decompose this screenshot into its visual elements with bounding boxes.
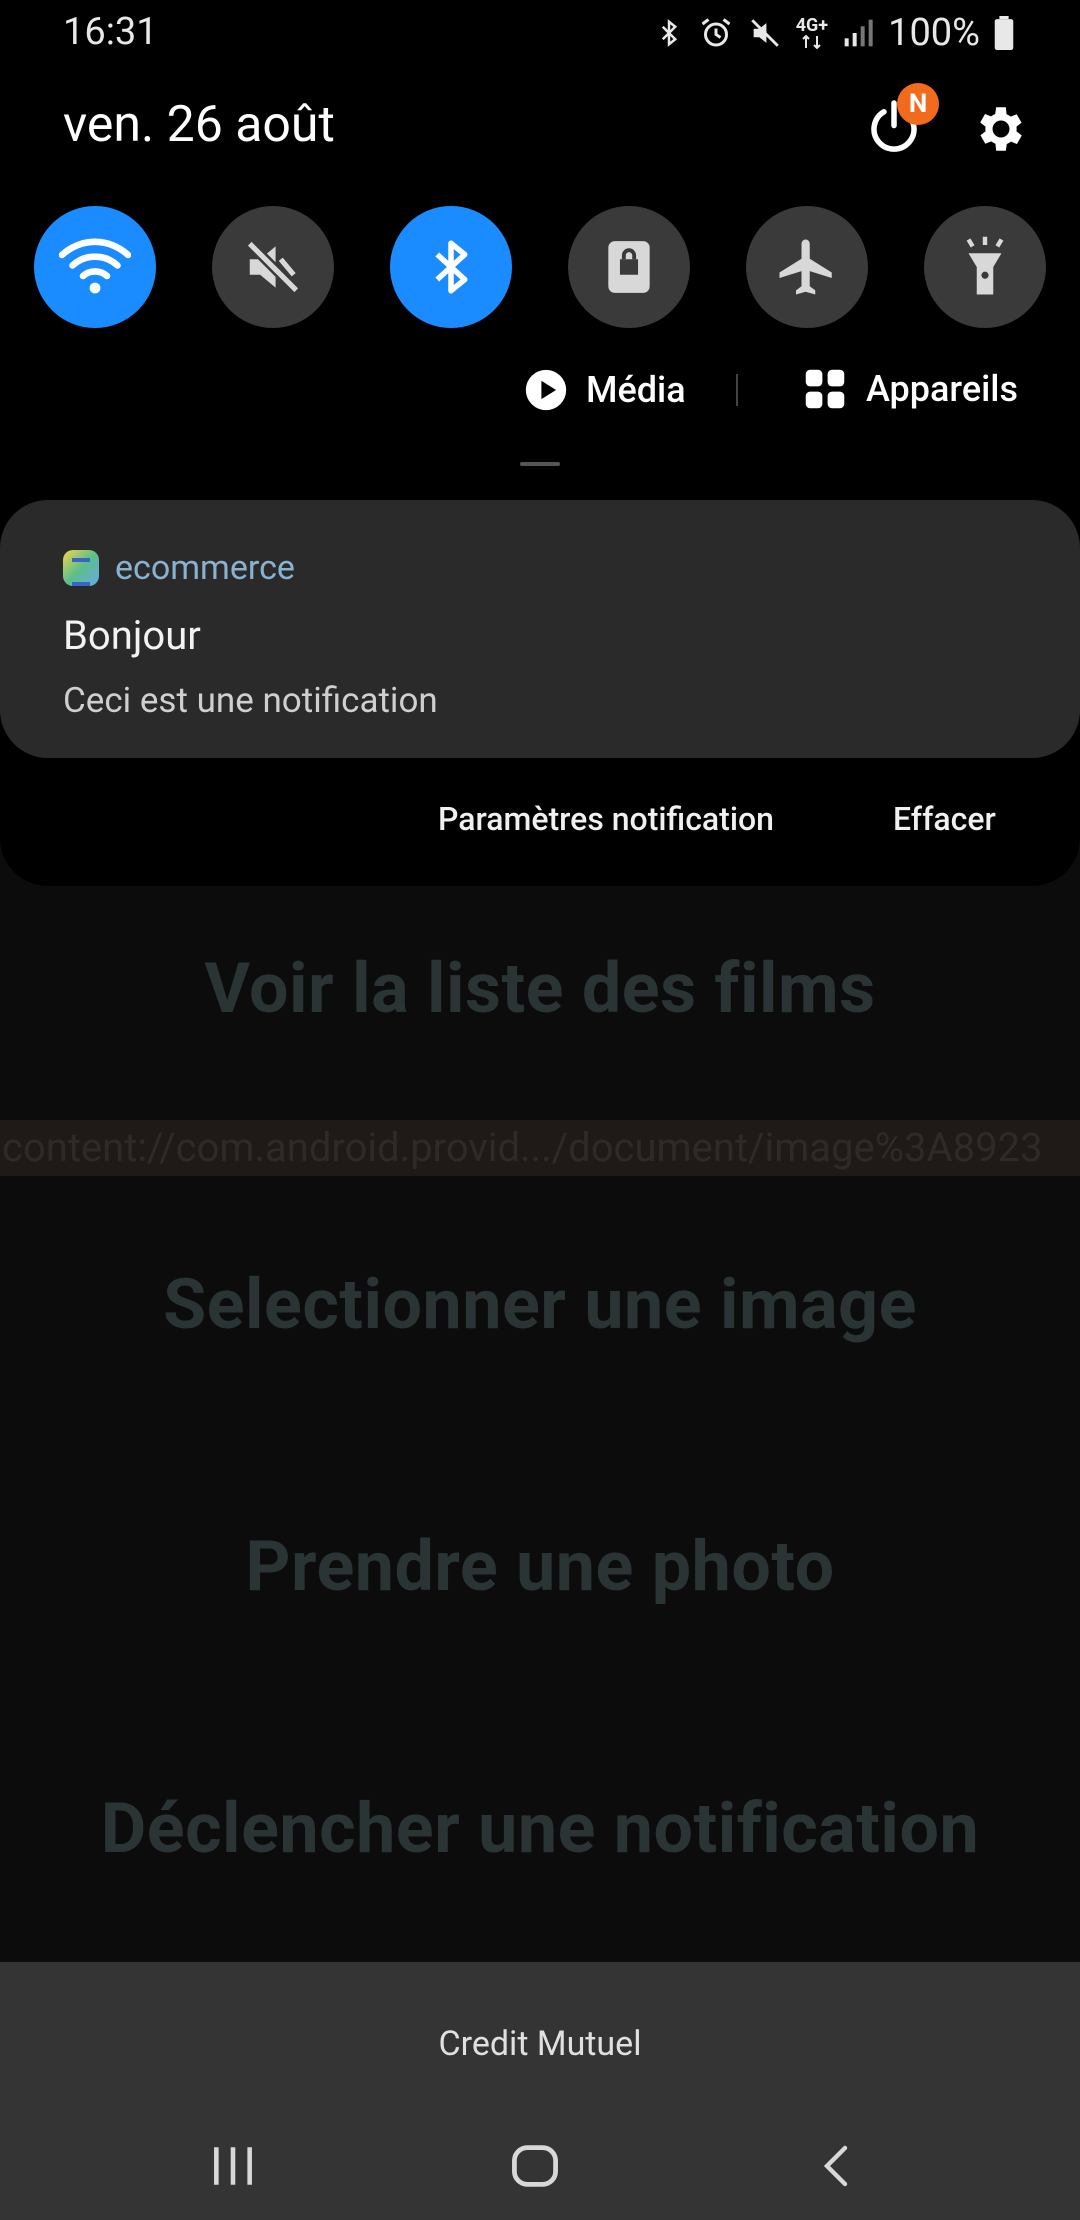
airplane-toggle[interactable] — [746, 206, 868, 328]
power-badge: N — [897, 83, 939, 125]
status-icons: 4G+ 100% — [654, 10, 1014, 56]
notification-actions: Paramètres notification Effacer — [0, 800, 1080, 850]
media-separator — [736, 374, 738, 406]
lock-icon — [601, 236, 657, 298]
notification-shade: 16:31 4G+ 100% ven. 26 août N Média Appa… — [0, 0, 1080, 886]
media-devices-row: Média Appareils — [0, 360, 1080, 420]
quick-settings-row — [34, 206, 1046, 328]
screen: Voir la liste des films content://com.an… — [0, 0, 1080, 2220]
notification-card[interactable]: ecommerce Bonjour Ceci est une notificat… — [0, 500, 1080, 758]
network-type-icon: 4G+ — [796, 17, 828, 49]
trigger-notification-button[interactable]: Déclencher une notification — [0, 1788, 1080, 1870]
clear-button[interactable]: Effacer — [893, 800, 996, 838]
flashlight-icon — [957, 234, 1013, 300]
notification-title: Bonjour — [63, 612, 201, 659]
media-button[interactable]: Média — [524, 368, 686, 412]
select-image-button[interactable]: Selectionner une image — [0, 1264, 1080, 1346]
screen-lock-toggle[interactable] — [568, 206, 690, 328]
devices-button[interactable]: Appareils — [804, 368, 1018, 410]
wifi-toggle[interactable] — [34, 206, 156, 328]
airplane-icon — [774, 234, 840, 300]
back-chevron-icon — [813, 2142, 861, 2190]
sound-toggle[interactable] — [212, 206, 334, 328]
back-button[interactable] — [799, 2128, 875, 2204]
toast-message: Credit Mutuel — [438, 2024, 642, 2064]
image-uri-text: content://com.android.provid.../document… — [2, 1124, 1043, 1171]
bluetooth-status-icon — [654, 15, 684, 51]
home-icon — [509, 2140, 561, 2192]
play-icon — [524, 368, 568, 412]
notification-app-header: ecommerce — [63, 548, 295, 588]
bluetooth-icon — [421, 234, 481, 300]
app-logo-icon — [63, 550, 99, 586]
alarm-icon — [698, 15, 734, 51]
flashlight-toggle[interactable] — [924, 206, 1046, 328]
home-button[interactable] — [497, 2128, 573, 2204]
navigation-bar — [0, 2112, 1080, 2220]
mute-status-icon — [748, 16, 782, 50]
notification-text: Ceci est une notification — [63, 680, 438, 721]
network-type-label: 4G+ — [795, 15, 829, 36]
recent-apps-button[interactable] — [195, 2128, 271, 2204]
recent-apps-icon — [208, 2141, 258, 2191]
battery-percent: 100% — [888, 11, 980, 55]
devices-label: Appareils — [866, 368, 1018, 410]
battery-icon — [994, 16, 1014, 50]
wifi-icon — [59, 237, 131, 297]
notification-app-name: ecommerce — [115, 548, 295, 588]
media-label: Média — [586, 369, 686, 411]
signal-icon — [842, 17, 874, 49]
bluetooth-toggle[interactable] — [390, 206, 512, 328]
devices-grid-icon — [804, 368, 846, 410]
films-list-button[interactable]: Voir la liste des films — [0, 948, 1080, 1030]
status-time: 16:31 — [63, 10, 158, 54]
date-label: ven. 26 août — [63, 96, 335, 154]
image-uri-strip: content://com.android.provid.../document… — [0, 1120, 1080, 1176]
status-bar: 16:31 4G+ 100% — [0, 0, 1080, 66]
notification-settings-button[interactable]: Paramètres notification — [438, 800, 774, 838]
take-photo-button[interactable]: Prendre une photo — [0, 1526, 1080, 1608]
mute-icon — [242, 236, 304, 298]
settings-gear-icon[interactable] — [972, 100, 1030, 158]
shade-drag-handle[interactable] — [520, 462, 560, 466]
